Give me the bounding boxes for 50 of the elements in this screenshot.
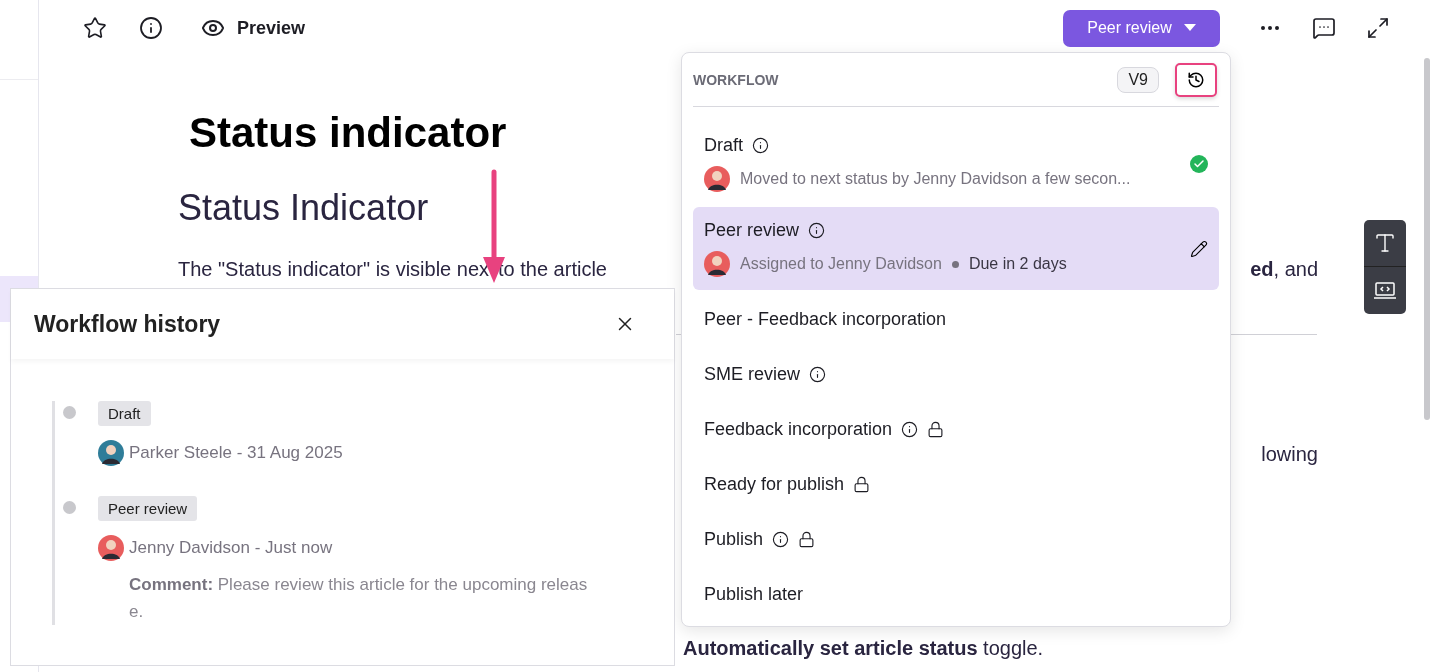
caret-icon (1183, 24, 1196, 32)
status-option[interactable]: Feedback incorporation (693, 402, 1219, 457)
avatar (704, 166, 730, 192)
status-option[interactable]: Ready for publish (693, 457, 1219, 512)
history-comment: Comment: Please review this article for the upcoming release. (129, 574, 589, 623)
status-label: Publish (704, 529, 764, 550)
info-icon[interactable] (772, 531, 790, 548)
status-option[interactable]: Publish (693, 512, 1219, 567)
timeline-dot (63, 406, 76, 419)
timeline-dot (63, 501, 76, 514)
panel-title: Workflow history (34, 310, 221, 338)
status-option[interactable]: Peer review Assigned to Jenny Davidson Due in 2 days (693, 207, 1219, 290)
dropdown-title: WORKFLOW (693, 71, 779, 88)
status-option[interactable]: SME review (693, 347, 1219, 402)
section-heading: Status Indicator (178, 186, 429, 230)
history-byline: Parker Steele - 31 Aug 2025 (129, 443, 343, 463)
status-option[interactable]: Draft Moved to next status by Jenny Davidson a few secon... (693, 122, 1219, 205)
preview-button[interactable]: Preview (197, 12, 310, 44)
status-detail: Assigned to Jenny Davidson (740, 255, 942, 273)
paragraph-text: ed, and (1250, 257, 1318, 281)
status-tag: Draft (98, 401, 151, 426)
info-icon[interactable] (808, 222, 826, 239)
status-option[interactable]: Peer - Feedback incorporation (693, 292, 1219, 347)
page-title: Status indicator (189, 108, 507, 158)
scrollbar[interactable] (1424, 58, 1430, 420)
status-label: SME review (704, 364, 801, 385)
status-label: Peer - Feedback incorporation (704, 309, 947, 330)
paragraph-text: Automatically set article status toggle. (683, 636, 1044, 660)
avatar (704, 251, 730, 277)
status-label: Publish later (704, 584, 804, 605)
history-byline: Jenny Davidson - Just now (129, 538, 333, 558)
edit-icon[interactable] (1190, 239, 1208, 258)
paragraph-text: The "Status indicator" is visible nex (178, 257, 489, 281)
version-badge: V9 (1117, 66, 1159, 93)
status-label: Peer review (704, 220, 800, 241)
status-detail: Moved to next status by Jenny Davidson a few secon... (740, 170, 1131, 188)
history-icon (1187, 70, 1205, 89)
paragraph-text: lowing (1261, 442, 1318, 466)
info-icon[interactable] (809, 366, 827, 383)
info-icon[interactable] (752, 137, 769, 154)
due-date: Due in 2 days (968, 255, 1067, 273)
status-label: Ready for publish (704, 474, 845, 495)
info-icon[interactable] (901, 421, 919, 438)
status-dropdown-button[interactable]: Peer review (1063, 9, 1220, 47)
history-button[interactable] (1175, 62, 1217, 97)
separator-dot (951, 260, 959, 268)
status-tag: Peer review (98, 496, 198, 521)
status-label: Feedback incorporation (704, 419, 893, 440)
status-option[interactable]: Publish later (693, 567, 1219, 622)
status-label: Draft (704, 135, 743, 156)
